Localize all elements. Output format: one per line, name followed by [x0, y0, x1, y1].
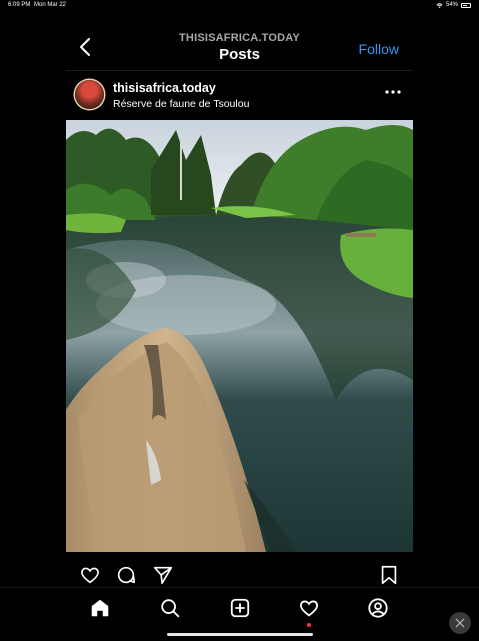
- avatar[interactable]: [75, 80, 104, 109]
- follow-button[interactable]: Follow: [359, 41, 399, 57]
- top-header: THISISAFRICA.TODAY Posts Follow: [66, 30, 413, 66]
- activity-heart-icon[interactable]: [298, 597, 320, 619]
- bookmark-icon[interactable]: [378, 564, 400, 586]
- assistive-touch-icon[interactable]: [449, 612, 471, 634]
- post-location[interactable]: Réserve de faune de Tsoulou: [113, 98, 249, 110]
- battery-icon: [461, 2, 471, 8]
- like-heart-icon[interactable]: [79, 564, 101, 586]
- post-username[interactable]: thisisafrica.today: [113, 81, 216, 95]
- home-icon[interactable]: [89, 597, 111, 619]
- river-canoe-photo: [66, 120, 413, 552]
- battery-percent: 54%: [445, 2, 458, 8]
- profile-icon[interactable]: [367, 597, 389, 619]
- status-bar: 6:09 PM Mon Mar 22 54%: [0, 0, 479, 12]
- new-post-icon[interactable]: [229, 597, 251, 619]
- post-image[interactable]: [66, 120, 413, 552]
- notification-dot: [307, 623, 311, 627]
- post-header: thisisafrica.today Réserve de faune de T…: [66, 78, 413, 114]
- header-divider: [66, 70, 413, 71]
- status-right: 54%: [436, 2, 471, 8]
- status-time: 6:09 PM: [8, 2, 31, 8]
- more-options-icon[interactable]: [385, 89, 401, 95]
- comment-icon[interactable]: [115, 564, 137, 586]
- search-icon[interactable]: [159, 597, 181, 619]
- wifi-icon: [436, 2, 443, 8]
- status-date: Mon Mar 22: [34, 2, 67, 8]
- home-indicator[interactable]: [167, 633, 313, 636]
- bottom-tab-bar: [0, 587, 479, 641]
- share-send-icon[interactable]: [152, 564, 174, 586]
